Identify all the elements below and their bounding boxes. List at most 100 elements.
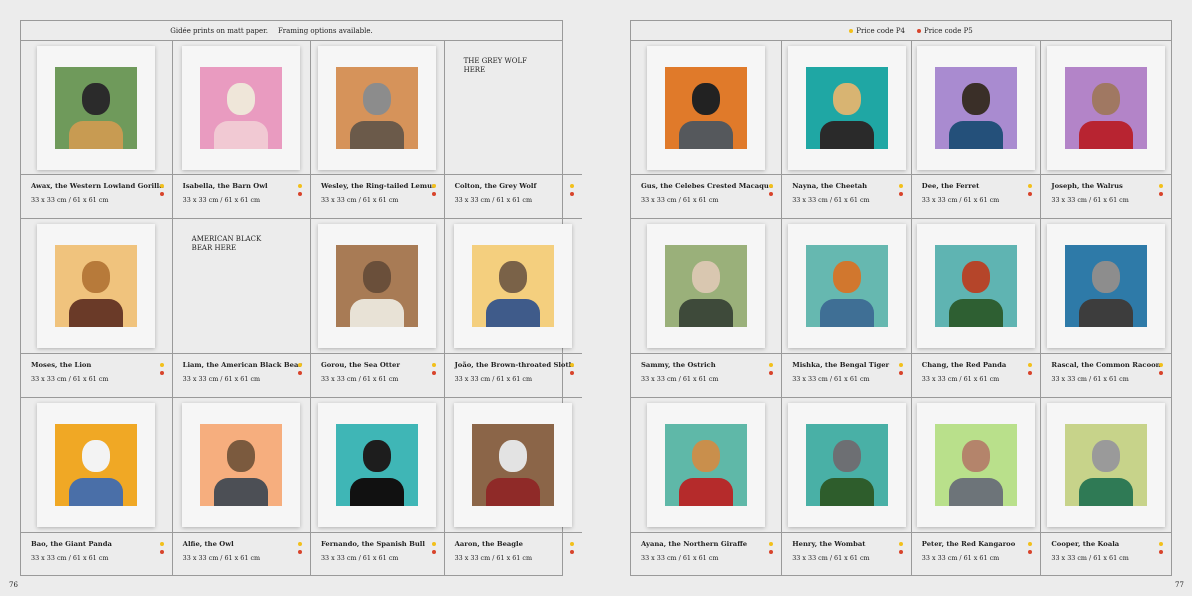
framed-print[interactable] xyxy=(647,402,766,527)
p5-dot-icon xyxy=(898,549,903,554)
legend-p5-label: Price code P5 xyxy=(924,26,973,35)
framed-print[interactable] xyxy=(647,223,766,348)
product-sizes: 33 x 33 cm / 61 x 61 cm xyxy=(182,196,261,205)
product-card[interactable]: THE GREY WOLF HERE Colton, the Grey Wolf 3… xyxy=(444,41,582,220)
product-sizes: 33 x 33 cm / 61 x 61 cm xyxy=(454,553,533,562)
product-sizes: 33 x 33 cm / 61 x 61 cm xyxy=(320,196,399,205)
legend-p4: Price code P4 xyxy=(849,27,905,35)
p4-dot-icon xyxy=(569,362,574,367)
p4-dot-icon xyxy=(898,541,903,546)
product-caption: Alfie, the Owl 33 x 33 cm / 61 x 61 cm xyxy=(173,533,310,576)
portrait-clothing xyxy=(679,477,734,506)
product-card[interactable]: Wesley, the Ring-tailed Lemur 33 x 33 cm … xyxy=(310,41,445,220)
framed-print[interactable] xyxy=(1047,223,1166,348)
framed-print[interactable] xyxy=(318,45,437,170)
product-card[interactable]: Henry, the Wombat 33 x 33 cm / 61 x 61 cm xyxy=(782,397,912,576)
product-image-area xyxy=(1041,398,1171,533)
product-image-area xyxy=(21,219,172,354)
animal-portrait-image xyxy=(805,423,888,506)
animal-portrait-image xyxy=(55,423,138,506)
portrait-clothing xyxy=(819,477,874,506)
product-card[interactable]: AMERICAN BLACK BEAR HERE Liam, the Americ… xyxy=(172,219,311,398)
product-card[interactable]: Moses, the Lion 33 x 33 cm / 61 x 61 cm xyxy=(21,219,173,398)
framed-print[interactable] xyxy=(318,402,437,527)
portrait-clothing xyxy=(949,120,1004,149)
framed-print[interactable] xyxy=(647,45,766,170)
framed-print[interactable] xyxy=(182,402,301,527)
framed-print[interactable] xyxy=(917,223,1036,348)
product-sizes: 33 x 33 cm / 61 x 61 cm xyxy=(454,196,533,205)
product-card[interactable]: Alfie, the Owl 33 x 33 cm / 61 x 61 cm xyxy=(172,397,311,576)
image-placeholder-note: AMERICAN BLACK BEAR HERE xyxy=(191,235,262,253)
product-image-area xyxy=(782,219,911,354)
portrait-clothing xyxy=(679,298,734,327)
product-card[interactable]: Gorou, the Sea Otter 33 x 33 cm / 61 x 61… xyxy=(310,219,445,398)
product-card[interactable]: Nayna, the Cheetah 33 x 33 cm / 61 x 61 c… xyxy=(782,41,912,220)
portrait-animal-head xyxy=(82,439,111,472)
p5-dot-icon xyxy=(1158,370,1163,375)
product-name: Sammy, the Ostrich xyxy=(641,360,716,369)
animal-portrait-image xyxy=(935,423,1018,506)
price-code-dots xyxy=(159,184,164,197)
animal-portrait-image xyxy=(1065,423,1148,506)
product-card[interactable]: Awax, the Western Lowland Gorilla 33 x 33… xyxy=(21,41,173,220)
product-card[interactable]: Joseph, the Walrus 33 x 33 cm / 61 x 61 c… xyxy=(1041,41,1171,220)
p4-dot-icon xyxy=(1158,541,1163,546)
product-card[interactable]: Chang, the Red Panda 33 x 33 cm / 61 x 61… xyxy=(911,219,1042,398)
product-card[interactable]: Fernando, the Spanish Bull 33 x 33 cm / 6… xyxy=(310,397,445,576)
product-card[interactable]: Cooper, the Koala 33 x 33 cm / 61 x 61 cm xyxy=(1041,398,1171,576)
framed-print[interactable] xyxy=(917,45,1036,170)
framed-print[interactable] xyxy=(917,402,1036,527)
p5-dot-icon xyxy=(569,549,574,554)
p5-dot-icon xyxy=(769,370,774,375)
product-card[interactable]: Bao, the Giant Panda 33 x 33 cm / 61 x 61… xyxy=(21,397,173,576)
p4-dot-icon xyxy=(849,28,854,33)
p5-dot-icon xyxy=(569,192,574,197)
product-name: Mishka, the Bengal Tiger xyxy=(792,360,890,369)
p5-dot-icon xyxy=(769,549,774,554)
framed-print[interactable] xyxy=(1047,402,1166,527)
framed-print[interactable] xyxy=(318,223,437,348)
product-card[interactable]: Isabella, the Barn Owl 33 x 33 cm / 61 x … xyxy=(172,41,311,220)
product-card[interactable]: Rascal, the Common Racoon 33 x 33 cm / 61… xyxy=(1041,219,1171,398)
animal-portrait-image xyxy=(1065,244,1148,327)
legend-p4-label: Price code P4 xyxy=(856,26,905,35)
framed-print[interactable] xyxy=(454,402,573,527)
price-code-dots xyxy=(297,362,302,375)
product-sizes: 33 x 33 cm / 61 x 61 cm xyxy=(31,553,109,562)
animal-portrait-image xyxy=(805,244,888,327)
p5-dot-icon xyxy=(159,192,164,197)
portrait-clothing xyxy=(486,477,541,506)
product-card[interactable]: Mishka, the Bengal Tiger 33 x 33 cm / 61 … xyxy=(782,219,912,398)
framed-print[interactable] xyxy=(1047,45,1166,170)
product-name: Alfie, the Owl xyxy=(182,539,234,548)
p4-dot-icon xyxy=(1158,362,1163,367)
product-caption: Isabella, the Barn Owl 33 x 33 cm / 61 x … xyxy=(173,175,310,218)
framed-print[interactable] xyxy=(787,223,906,348)
product-card[interactable]: Sammy, the Ostrich 33 x 33 cm / 61 x 61 c… xyxy=(631,219,783,398)
product-card[interactable]: Gus, the Celebes Crested Macaque 33 x 33 … xyxy=(631,41,783,220)
animal-portrait-image xyxy=(665,66,748,149)
price-code-dots xyxy=(1028,184,1033,197)
framed-print[interactable] xyxy=(37,45,156,170)
framed-print[interactable] xyxy=(37,402,156,527)
product-sizes: 33 x 33 cm / 61 x 61 cm xyxy=(320,374,399,383)
animal-portrait-image xyxy=(55,244,138,327)
framed-print[interactable] xyxy=(787,45,906,170)
product-card[interactable]: Aaron, the Beagle 33 x 33 cm / 61 x 61 cm xyxy=(444,398,582,576)
product-card[interactable]: Ayana, the Northern Giraffe 33 x 33 cm / … xyxy=(631,397,783,576)
framed-print[interactable] xyxy=(787,402,906,527)
product-name: Dee, the Ferret xyxy=(921,182,980,191)
product-sizes: 33 x 33 cm / 61 x 61 cm xyxy=(182,553,261,562)
product-card[interactable]: João, the Brown-throated Sloth 33 x 33 cm… xyxy=(444,219,582,398)
p5-dot-icon xyxy=(769,192,774,197)
price-code-dots xyxy=(769,541,774,554)
framed-print[interactable] xyxy=(454,223,573,348)
framed-print[interactable] xyxy=(37,223,156,348)
price-code-dots xyxy=(898,541,903,554)
product-card[interactable]: Peter, the Red Kangaroo 33 x 33 cm / 61 x… xyxy=(911,397,1042,576)
product-card[interactable]: Dee, the Ferret 33 x 33 cm / 61 x 61 cm xyxy=(911,41,1042,220)
framed-print[interactable] xyxy=(182,45,301,170)
portrait-clothing xyxy=(819,120,874,149)
p4-dot-icon xyxy=(1158,184,1163,189)
